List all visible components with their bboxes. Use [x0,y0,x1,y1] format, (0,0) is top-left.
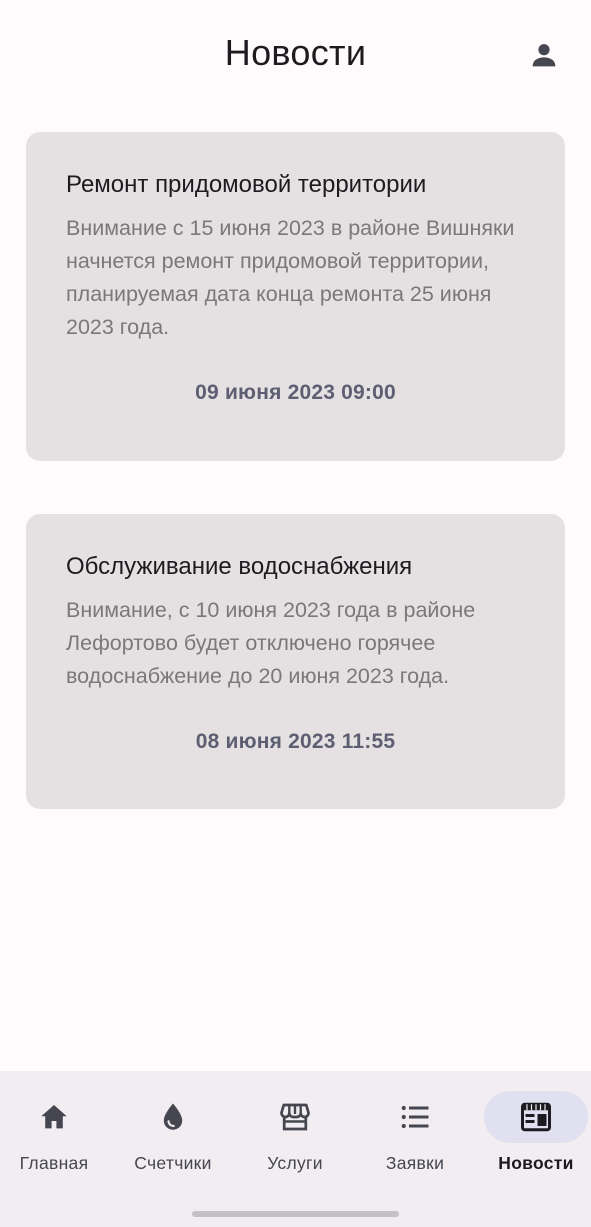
nav-item-home[interactable]: Главная [0,1091,113,1181]
nav-item-news[interactable]: Новости [477,1091,591,1181]
bottom-navigation: Главная Счетчики Услуги Заявки Новости [0,1071,591,1227]
page-title: Новости [224,32,367,73]
storefront-icon [280,1103,310,1131]
news-card[interactable]: Ремонт придомовой территории Внимание с … [26,132,565,461]
news-body: Внимание, с 10 июня 2023 года в районе Л… [66,598,476,688]
nav-label: Заявки [385,1153,445,1173]
person-icon [532,44,556,67]
home-icon [41,1104,67,1129]
nav-item-meters[interactable]: Счетчики [114,1091,232,1181]
news-title: Ремонт придомовой территории [66,171,427,198]
news-body: Внимание с 15 июня 2023 в районе Вишняки… [66,216,515,339]
nav-icon-container [2,1091,106,1143]
nav-label: Главная [19,1153,89,1173]
nav-item-requests[interactable]: Заявки [356,1091,474,1181]
nav-icon-container [121,1091,225,1143]
news-date: 09 июня 2023 09:00 [195,381,396,404]
news-date: 08 июня 2023 11:55 [195,730,396,753]
top-app-bar: Новости [0,0,591,110]
news-list: Ремонт придомовой территории Внимание с … [26,132,565,862]
nav-label: Счетчики [134,1153,212,1173]
water-drop-icon [163,1103,183,1130]
nav-label: Услуги [267,1153,323,1173]
list-icon [401,1105,429,1129]
news-card[interactable]: Обслуживание водоснабжения Внимание, с 1… [26,514,565,809]
news-title: Обслуживание водоснабжения [66,553,413,580]
profile-button[interactable] [522,33,566,77]
newspaper-icon [521,1102,551,1132]
gesture-home-indicator[interactable] [192,1211,399,1217]
nav-icon-container [243,1091,347,1143]
nav-icon-container [484,1091,588,1143]
nav-item-services[interactable]: Услуги [236,1091,354,1181]
nav-label: Новости [498,1153,574,1173]
nav-icon-container [363,1091,467,1143]
